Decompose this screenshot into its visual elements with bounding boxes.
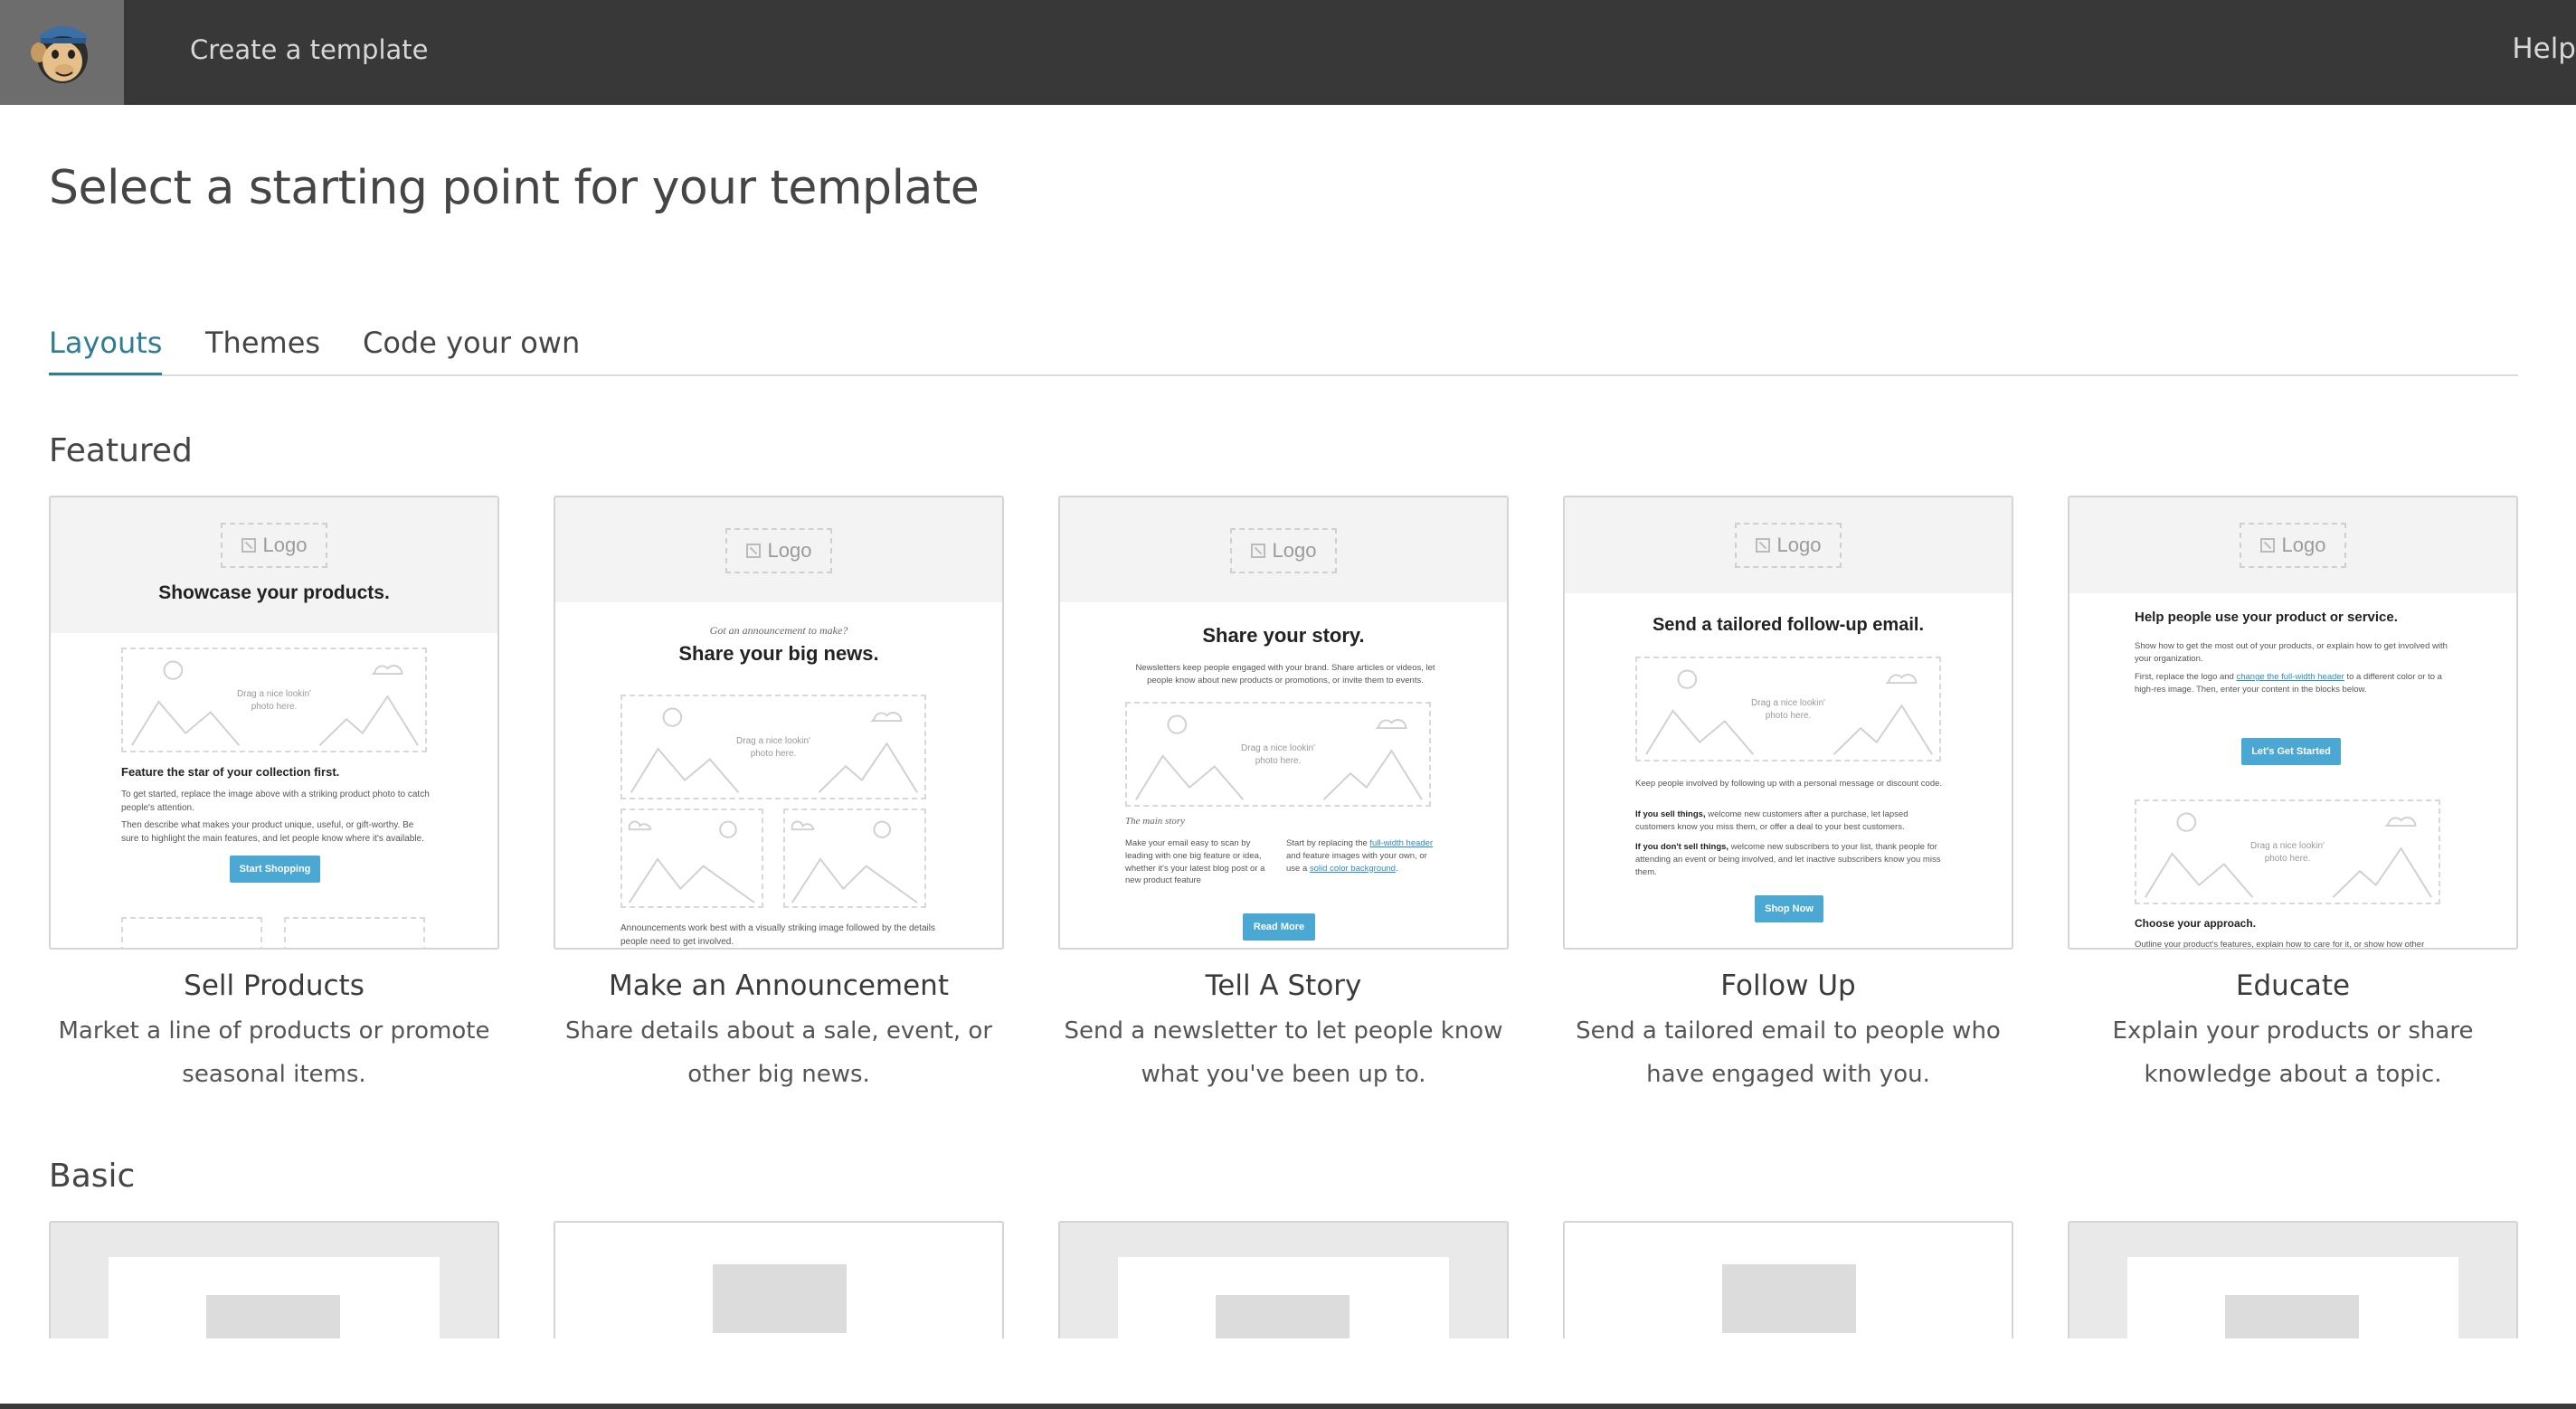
template-tabs: Layouts Themes Code your own — [49, 326, 2518, 376]
template-name: Make an Announcement — [609, 969, 949, 1002]
template-name: Educate — [2235, 969, 2351, 1002]
drag-hint: Drag a nice lookin' photo here. — [736, 735, 810, 759]
template-thumbnail[interactable]: Logo Send a tailored follow-up email. Dr… — [1563, 496, 2013, 950]
image-icon — [2259, 538, 2275, 553]
template-name: Tell A Story — [1205, 969, 1362, 1002]
template-card-educate[interactable]: Logo Help people use your product or ser… — [2068, 496, 2518, 1096]
logo-placeholder: Logo — [2240, 523, 2346, 568]
image-icon — [745, 544, 761, 558]
tab-code-your-own[interactable]: Code your own — [363, 326, 580, 373]
basic-template-4[interactable] — [1563, 1221, 2013, 1338]
template-thumbnail[interactable]: Logo Showcase your products. Drag a nice… — [49, 496, 499, 950]
basic-body — [2127, 1257, 2458, 1338]
image-icon — [1250, 544, 1265, 558]
basic-logo-block — [2225, 1295, 2359, 1338]
template-thumbnail[interactable]: Logo Help people use your product or ser… — [2068, 496, 2518, 950]
template-description: Market a line of products or promote sea… — [58, 1017, 490, 1088]
drag-hint: Drag a nice lookin' photo here. — [237, 688, 311, 712]
product-placeholder — [284, 917, 425, 948]
template-card-tell-a-story[interactable]: Logo Share your story. Newsletters keep … — [1058, 496, 1509, 1096]
thumb-body-2: First, replace the logo and change the f… — [2135, 672, 2442, 695]
thumb-kicker: Got an announcement to make? — [709, 624, 848, 637]
thumb-col-2: Start by replacing the full-width header… — [1286, 838, 1434, 874]
photo-placeholder: Drag a nice lookin' photo here. — [2135, 799, 2440, 904]
photo-placeholder: Drag a nice lookin' photo here. — [1125, 702, 1431, 807]
thumb-headline: Share your big news. — [678, 642, 879, 665]
mailchimp-logo[interactable] — [0, 0, 124, 105]
drag-hint: Drag a nice lookin' photo here. — [1751, 697, 1825, 721]
basic-body — [1118, 1257, 1449, 1338]
page-title: Select a starting point for your templat… — [49, 161, 980, 215]
thumb-cta-button: Let's Get Started — [2241, 738, 2341, 765]
top-bar: Create a template Help — [0, 0, 2576, 105]
thumb-headline: Showcase your products. — [158, 582, 390, 603]
template-thumbnail[interactable]: Logo Got an announcement to make? Share … — [554, 496, 1004, 950]
drag-hint: Drag a nice lookin' photo here. — [1241, 742, 1315, 766]
thumb-col-1: Make your email easy to scan by leading … — [1125, 838, 1265, 886]
tab-layouts[interactable]: Layouts — [49, 326, 163, 375]
template-card-announcement[interactable]: Logo Got an announcement to make? Share … — [554, 496, 1004, 1096]
tab-themes[interactable]: Themes — [205, 326, 320, 373]
window-bottom-edge — [0, 1404, 2576, 1409]
image-icon — [241, 538, 256, 553]
thumb-body-3: Outline your product's features, explain… — [2135, 940, 2425, 950]
basic-template-2[interactable] — [554, 1221, 1004, 1338]
thumb-body-1: To get started, replace the image above … — [121, 790, 430, 813]
logo-placeholder: Logo — [221, 523, 327, 568]
thumb-body-1: Keep people involved by following up wit… — [1635, 779, 1943, 789]
image-icon — [1755, 538, 1770, 553]
help-link[interactable]: Help — [2512, 33, 2576, 65]
logo-placeholder: Logo — [725, 528, 832, 573]
thumb-body-3: If you don't sell things, welcome new su… — [1635, 842, 1941, 877]
logo-placeholder: Logo — [1735, 523, 1842, 568]
basic-template-5[interactable] — [2068, 1221, 2518, 1338]
template-card-sell-products[interactable]: Logo Showcase your products. Drag a nice… — [49, 496, 499, 1096]
template-thumbnail[interactable]: Logo Share your story. Newsletters keep … — [1058, 496, 1509, 950]
basic-logo-block — [206, 1295, 340, 1338]
mountains-icon — [791, 820, 918, 903]
thumb-body-1: Newsletters keep people engaged with you… — [1135, 663, 1435, 686]
photo-placeholder: Drag a nice lookin' photo here. — [1635, 657, 1941, 761]
photo-placeholder-small — [783, 809, 926, 908]
thumb-body-1: Announcements work best with a visually … — [620, 923, 935, 947]
logo-placeholder: Logo — [1230, 528, 1337, 573]
basic-logo-block — [1216, 1295, 1350, 1338]
basic-logo-block — [713, 1264, 847, 1333]
thumb-story-label: The main story — [1125, 816, 1185, 827]
drag-hint: Drag a nice lookin' photo here. — [2250, 840, 2325, 864]
template-name: Sell Products — [184, 969, 365, 1002]
monkey-icon — [30, 26, 88, 83]
template-description: Explain your products or share knowledge… — [2112, 1017, 2474, 1088]
section-title-featured: Featured — [49, 432, 193, 469]
thumb-cta-button: Read More — [1243, 913, 1315, 941]
template-description: Share details about a sale, event, or ot… — [564, 1017, 993, 1088]
thumb-body-2: If you sell things, welcome new customer… — [1635, 809, 1908, 832]
thumb-body-1: Show how to get the most out of your pro… — [2135, 641, 2448, 664]
basic-logo-block — [1722, 1264, 1856, 1333]
template-name: Follow Up — [1720, 969, 1856, 1002]
thumb-cta-button: Shop Now — [1755, 895, 1823, 922]
photo-placeholder: Drag a nice lookin' photo here. — [620, 695, 926, 799]
product-placeholder — [121, 917, 262, 948]
thumb-subhead: Feature the star of your collection firs… — [121, 765, 340, 779]
thumb-body-2: Then describe what makes your product un… — [121, 820, 424, 844]
template-card-follow-up[interactable]: Logo Send a tailored follow-up email. Dr… — [1563, 496, 2013, 1096]
thumb-headline: Send a tailored follow-up email. — [1652, 615, 1925, 635]
template-description: Send a tailored email to people who have… — [1576, 1017, 2001, 1088]
thumb-subhead: Choose your approach. — [2135, 917, 2257, 930]
thumb-cta-button: Start Shopping — [230, 856, 320, 883]
basic-template-1[interactable] — [49, 1221, 499, 1338]
template-description: Send a newsletter to let people know wha… — [1064, 1017, 1503, 1088]
topbar-title: Create a template — [190, 34, 429, 65]
photo-placeholder-small — [620, 809, 763, 908]
thumb-headline: Share your story. — [1202, 624, 1365, 647]
basic-template-3[interactable] — [1058, 1221, 1509, 1338]
photo-placeholder: Drag a nice lookin' photo here. — [121, 648, 427, 752]
section-title-basic: Basic — [49, 1158, 136, 1195]
thumb-headline: Help people use your product or service. — [2135, 610, 2398, 625]
basic-body — [109, 1257, 440, 1338]
mountains-icon — [628, 820, 755, 903]
